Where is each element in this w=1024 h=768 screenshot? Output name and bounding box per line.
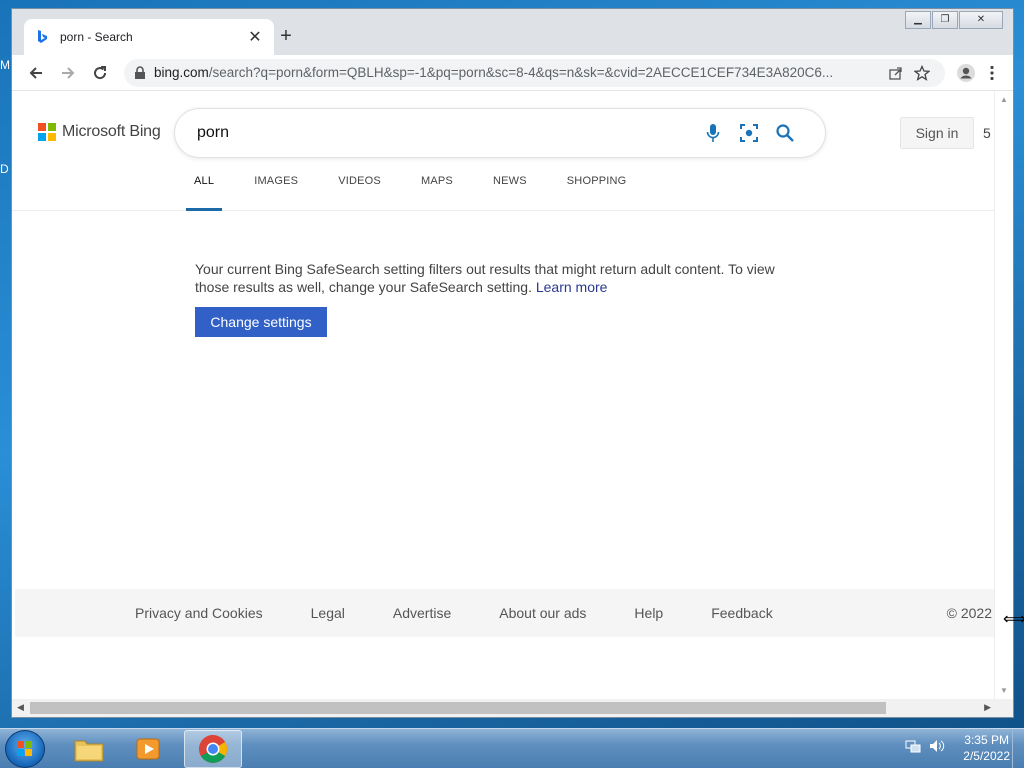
start-button[interactable] — [5, 730, 45, 768]
desktop-icon-label: M — [0, 58, 10, 72]
tab-all[interactable]: ALL — [186, 173, 223, 211]
speaker-icon — [930, 739, 945, 752]
page-footer: Privacy and Cookies Legal Advertise Abou… — [15, 589, 994, 637]
show-desktop-button[interactable] — [1012, 729, 1024, 768]
footer-links: Privacy and Cookies Legal Advertise Abou… — [135, 605, 821, 621]
vertical-scrollbar[interactable]: ▲ ▼ — [994, 91, 1013, 699]
arrow-left-icon — [29, 66, 42, 79]
footer-link-help[interactable]: Help — [634, 605, 663, 621]
back-button[interactable] — [20, 59, 52, 87]
brand-name: Microsoft Bing — [62, 123, 161, 140]
browser-window: porn - Search ✕ + ▁ ❐ ✕ bing.com/search?… — [11, 8, 1014, 718]
folder-icon — [74, 740, 104, 762]
scroll-up-icon[interactable]: ▲ — [1000, 95, 1008, 104]
avatar-icon — [957, 63, 975, 82]
more-vert-icon — [990, 65, 994, 80]
change-settings-button[interactable]: Change settings — [195, 307, 327, 337]
bing-logo[interactable]: Microsoft Bing — [38, 123, 161, 141]
scroll-down-icon[interactable]: ▼ — [1000, 686, 1008, 695]
chrome-icon — [199, 735, 227, 763]
footer-link-privacy[interactable]: Privacy and Cookies — [135, 605, 263, 621]
microsoft-logo-icon — [38, 123, 56, 141]
bookmark-button[interactable] — [909, 64, 935, 81]
search-icon — [776, 124, 794, 142]
learn-more-link[interactable]: Learn more — [536, 279, 608, 295]
tab-close-icon[interactable]: ✕ — [246, 27, 264, 47]
footer-link-feedback[interactable]: Feedback — [711, 605, 772, 621]
copyright: © 2022 — [946, 605, 992, 621]
browser-toolbar: bing.com/search?q=porn&form=QBLH&sp=-1&p… — [12, 55, 1013, 91]
microphone-icon — [706, 124, 720, 142]
visual-search-button[interactable] — [731, 123, 767, 143]
scroll-left-icon[interactable]: ◀ — [17, 702, 24, 713]
rewards-count[interactable]: 5 — [983, 125, 991, 141]
taskbar: 3:35 PM 2/5/2022 — [0, 728, 1024, 768]
footer-link-advertise[interactable]: Advertise — [393, 605, 451, 621]
footer-link-about-ads[interactable]: About our ads — [499, 605, 586, 621]
network-icon[interactable] — [905, 738, 921, 759]
tab-news[interactable]: NEWS — [485, 173, 535, 211]
search-scopes: ALL IMAGES VIDEOS MAPS NEWS SHOPPING — [186, 173, 658, 211]
reload-button[interactable] — [84, 59, 116, 87]
title-bar: porn - Search ✕ + ▁ ❐ ✕ — [12, 9, 1013, 55]
browser-tab[interactable]: porn - Search ✕ — [24, 19, 274, 55]
maximize-button[interactable]: ❐ — [932, 11, 958, 29]
system-tray: 3:35 PM 2/5/2022 — [905, 732, 1010, 764]
profile-button[interactable] — [953, 63, 979, 83]
lock-icon — [135, 65, 145, 79]
visual-search-icon — [740, 124, 758, 142]
tab-title: porn - Search — [60, 30, 133, 44]
network-icon — [905, 740, 921, 752]
url-text: bing.com/search?q=porn&form=QBLH&sp=-1&p… — [154, 65, 883, 80]
star-icon — [914, 64, 930, 81]
minimize-button[interactable]: ▁ — [905, 11, 931, 29]
taskbar-clock[interactable]: 3:35 PM 2/5/2022 — [963, 732, 1010, 764]
close-window-button[interactable]: ✕ — [959, 11, 1003, 29]
search-box — [175, 109, 825, 157]
new-tab-button[interactable]: + — [274, 25, 298, 48]
footer-link-legal[interactable]: Legal — [311, 605, 345, 621]
window-controls: ▁ ❐ ✕ — [904, 11, 1003, 29]
tab-shopping[interactable]: SHOPPING — [559, 173, 635, 211]
tab-maps[interactable]: MAPS — [413, 173, 461, 211]
forward-button[interactable] — [52, 59, 84, 87]
share-button[interactable] — [883, 66, 909, 80]
address-bar[interactable]: bing.com/search?q=porn&form=QBLH&sp=-1&p… — [124, 58, 945, 87]
clock-date: 2/5/2022 — [963, 749, 1010, 763]
page-content: Microsoft Bing Sign in 5 ALL IMAGES V — [12, 91, 994, 699]
reload-icon — [94, 65, 107, 79]
horizontal-scrollbar[interactable]: ◀ ▶ — [12, 699, 1013, 717]
tab-images[interactable]: IMAGES — [246, 173, 306, 211]
media-player-icon — [136, 738, 160, 760]
bing-favicon-icon — [38, 30, 47, 43]
windows-logo-icon — [17, 741, 32, 756]
bing-header: Microsoft Bing Sign in 5 ALL IMAGES V — [12, 91, 994, 211]
resize-cursor-icon: ⟺ — [1003, 611, 1024, 628]
search-input[interactable] — [197, 124, 695, 142]
voice-search-button[interactable] — [695, 123, 731, 143]
taskbar-explorer[interactable] — [60, 730, 118, 768]
clock-time: 3:35 PM — [964, 733, 1009, 747]
share-icon — [889, 66, 902, 80]
menu-button[interactable] — [979, 65, 1005, 81]
taskbar-media-player[interactable] — [120, 730, 178, 768]
safesearch-notice: Your current Bing SafeSearch setting fil… — [195, 261, 795, 296]
sign-in-button[interactable]: Sign in — [900, 117, 974, 149]
search-button[interactable] — [767, 123, 803, 143]
scroll-right-icon[interactable]: ▶ — [984, 702, 991, 713]
url-host: bing.com — [154, 65, 209, 80]
arrow-right-icon — [62, 66, 75, 79]
notice-text: Your current Bing SafeSearch setting fil… — [195, 261, 775, 295]
scrollbar-thumb[interactable] — [30, 702, 886, 714]
taskbar-chrome[interactable] — [184, 730, 242, 768]
desktop-icon-label: D — [0, 162, 9, 176]
url-path: /search?q=porn&form=QBLH&sp=-1&pq=porn&s… — [208, 65, 834, 80]
tab-videos[interactable]: VIDEOS — [330, 173, 389, 211]
volume-icon[interactable] — [929, 738, 945, 759]
